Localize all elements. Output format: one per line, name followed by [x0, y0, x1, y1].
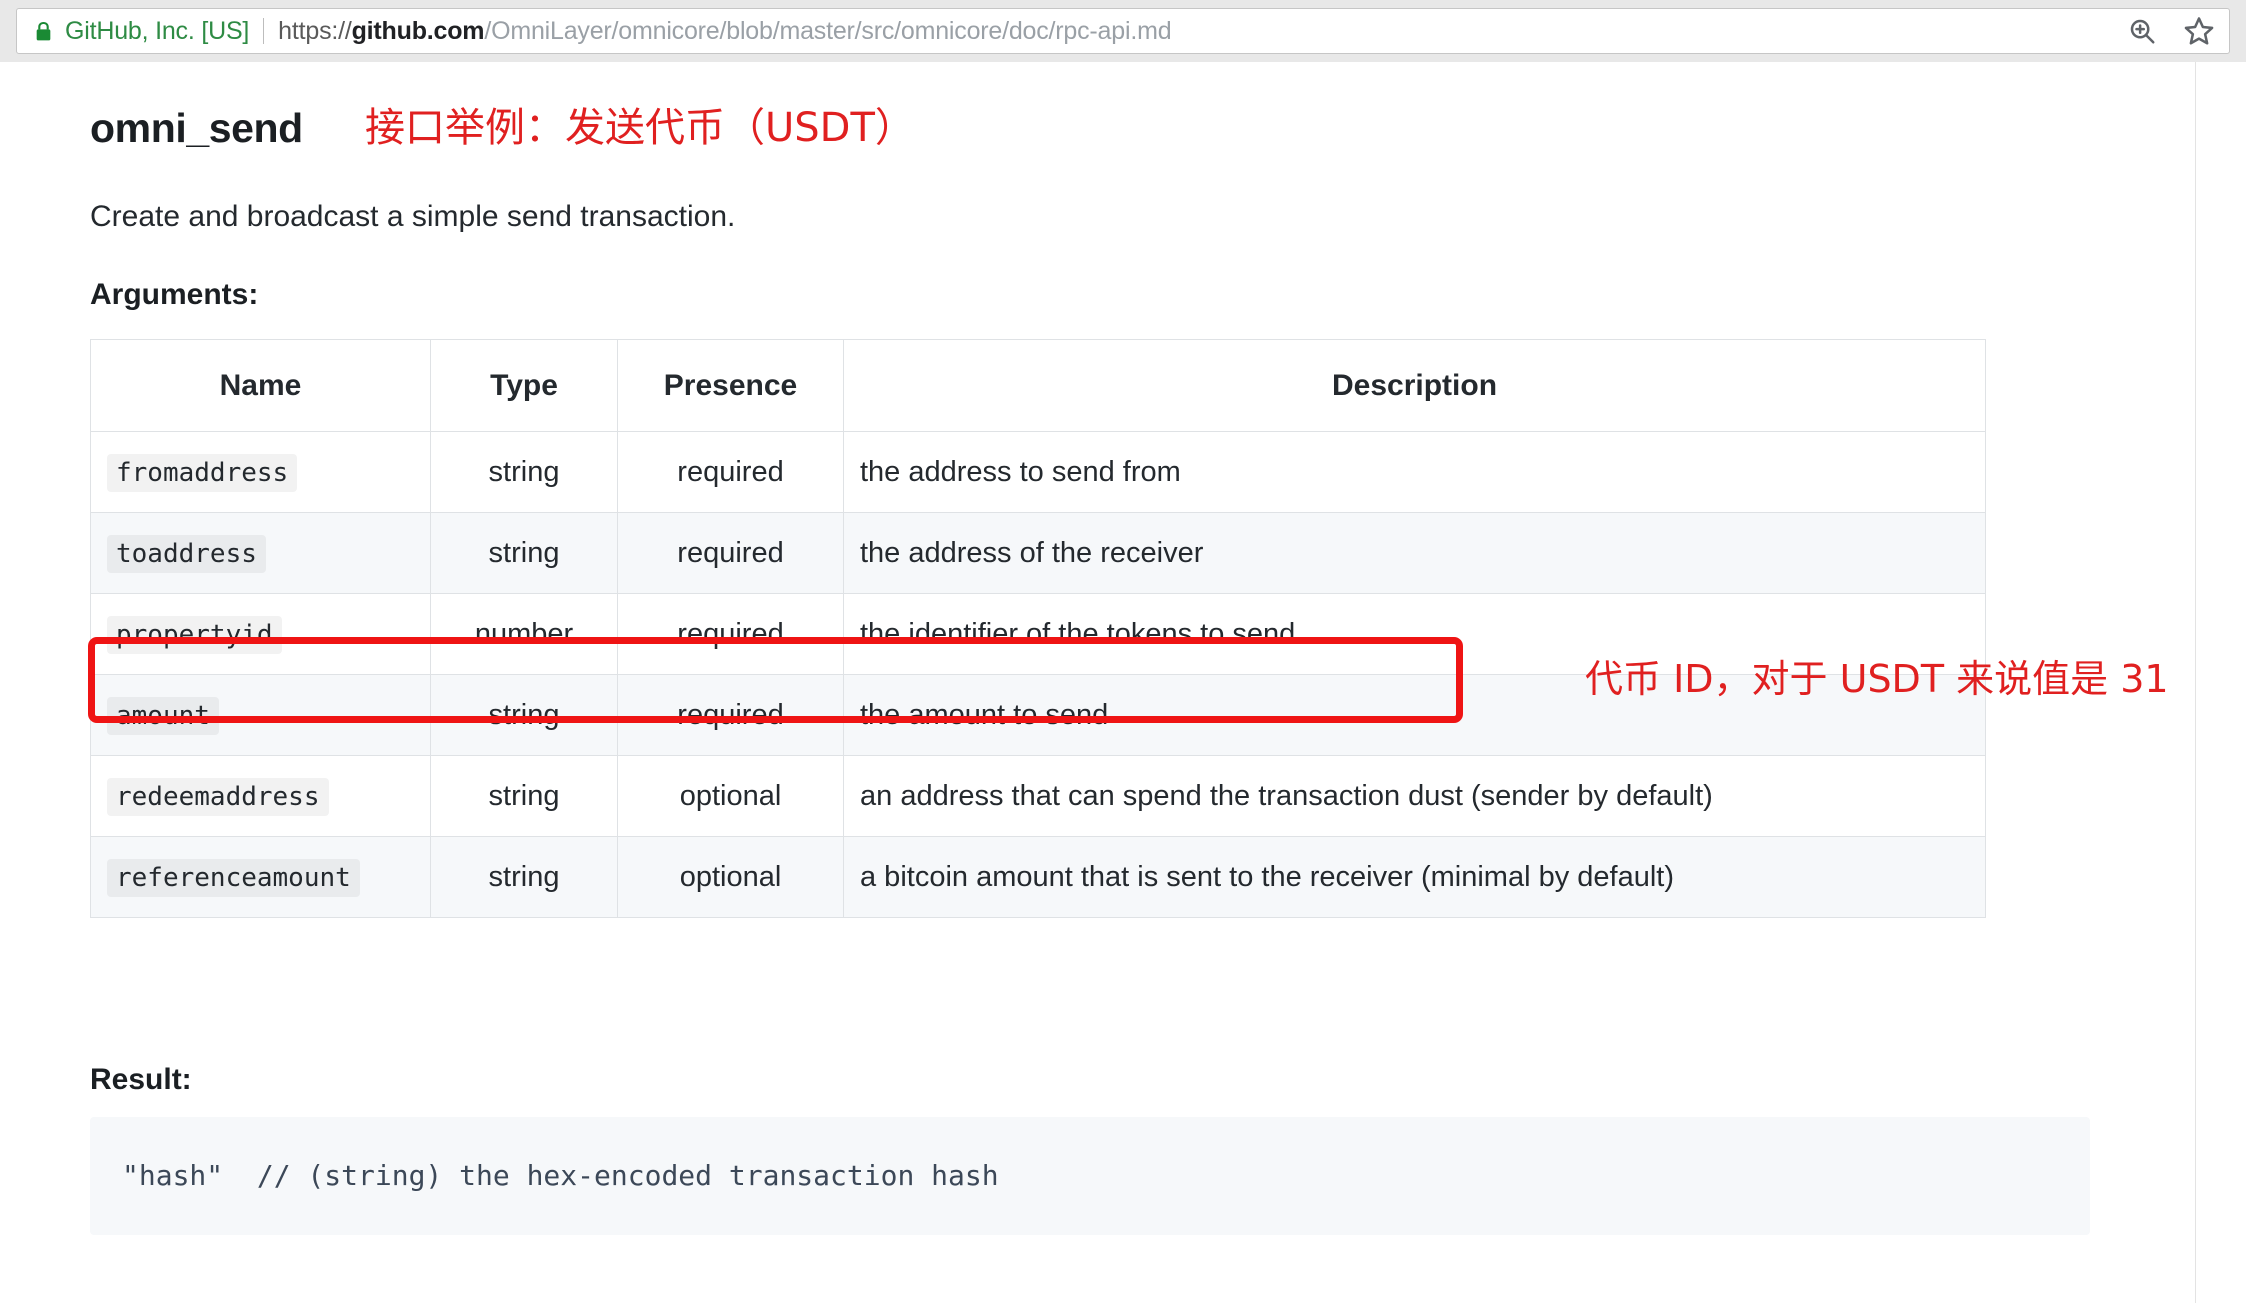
argument-name-code: propertyid — [107, 615, 282, 654]
title-annotation: 接口举例：发送代币（USDT） — [365, 105, 915, 151]
table-header-row: Name Type Presence Description — [90, 339, 1986, 432]
url-text[interactable]: https://github.com/OmniLayer/omnicore/bl… — [278, 17, 2115, 46]
cell-name: propertyid — [90, 593, 431, 675]
argument-name-code: amount — [107, 696, 219, 735]
page-title: omni_send — [90, 105, 303, 151]
cell-type: string — [430, 674, 618, 756]
cell-presence: optional — [617, 836, 844, 918]
cell-description: the address to send from — [843, 431, 1986, 513]
content-boundary-rule — [2195, 62, 2196, 1303]
omnibox-divider — [263, 18, 265, 44]
cell-description: an address that can spend the transactio… — [843, 755, 1986, 837]
omnibox-actions — [2127, 15, 2215, 47]
table-row: fromaddress string required the address … — [90, 431, 1986, 513]
intro-paragraph: Create and broadcast a simple send trans… — [90, 200, 736, 233]
arguments-heading: Arguments: — [90, 278, 259, 311]
result-heading: Result: — [90, 1063, 192, 1096]
column-header-description: Description — [843, 339, 1986, 432]
cell-name: referenceamount — [90, 836, 431, 918]
column-header-presence: Presence — [617, 339, 844, 432]
lock-icon — [36, 21, 51, 40]
cell-type: string — [430, 431, 618, 513]
propertyid-annotation: 代币 ID，对于 USDT 来说值是 31 — [1585, 657, 2169, 701]
argument-name-code: referenceamount — [107, 858, 360, 897]
cell-type: string — [430, 836, 618, 918]
cell-type: string — [430, 512, 618, 594]
page-content: omni_send 接口举例：发送代币（USDT） Create and bro… — [0, 62, 2246, 1303]
cell-name: redeemaddress — [90, 755, 431, 837]
argument-name-code: toaddress — [107, 534, 266, 573]
result-code-block: "hash" // (string) the hex-encoded trans… — [90, 1117, 2090, 1235]
cell-name: fromaddress — [90, 431, 431, 513]
column-header-name: Name — [90, 339, 431, 432]
star-bookmark-icon[interactable] — [2183, 15, 2215, 47]
zoom-in-icon[interactable] — [2127, 16, 2157, 46]
arguments-table: Name Type Presence Description fromaddre… — [90, 339, 1986, 918]
cell-presence: required — [617, 512, 844, 594]
cell-type: number — [430, 593, 618, 675]
table-row: toaddress string required the address of… — [90, 512, 1986, 594]
browser-toolbar: GitHub, Inc. [US] https://github.com/Omn… — [0, 0, 2246, 62]
argument-name-code: redeemaddress — [107, 777, 329, 816]
column-header-type: Type — [430, 339, 618, 432]
cell-type: string — [430, 755, 618, 837]
url-host: github.com — [351, 16, 485, 45]
cell-name: toaddress — [90, 512, 431, 594]
cell-presence: required — [617, 674, 844, 756]
cell-presence: optional — [617, 755, 844, 837]
security-origin-label: GitHub, Inc. [US] — [65, 16, 250, 45]
address-bar[interactable]: GitHub, Inc. [US] https://github.com/Omn… — [16, 8, 2230, 54]
table-row: referenceamount string optional a bitcoi… — [90, 836, 1986, 918]
url-path: /OmniLayer/omnicore/blob/master/src/omni… — [484, 16, 1172, 45]
argument-name-code: fromaddress — [107, 453, 298, 492]
table-row: redeemaddress string optional an address… — [90, 755, 1986, 837]
cell-description: the address of the receiver — [843, 512, 1986, 594]
cell-description: a bitcoin amount that is sent to the rec… — [843, 836, 1986, 918]
cell-presence: required — [617, 431, 844, 513]
cell-name: amount — [90, 674, 431, 756]
cell-presence: required — [617, 593, 844, 675]
result-code-text: "hash" // (string) the hex-encoded trans… — [122, 1159, 999, 1193]
url-scheme: https:// — [278, 16, 352, 45]
